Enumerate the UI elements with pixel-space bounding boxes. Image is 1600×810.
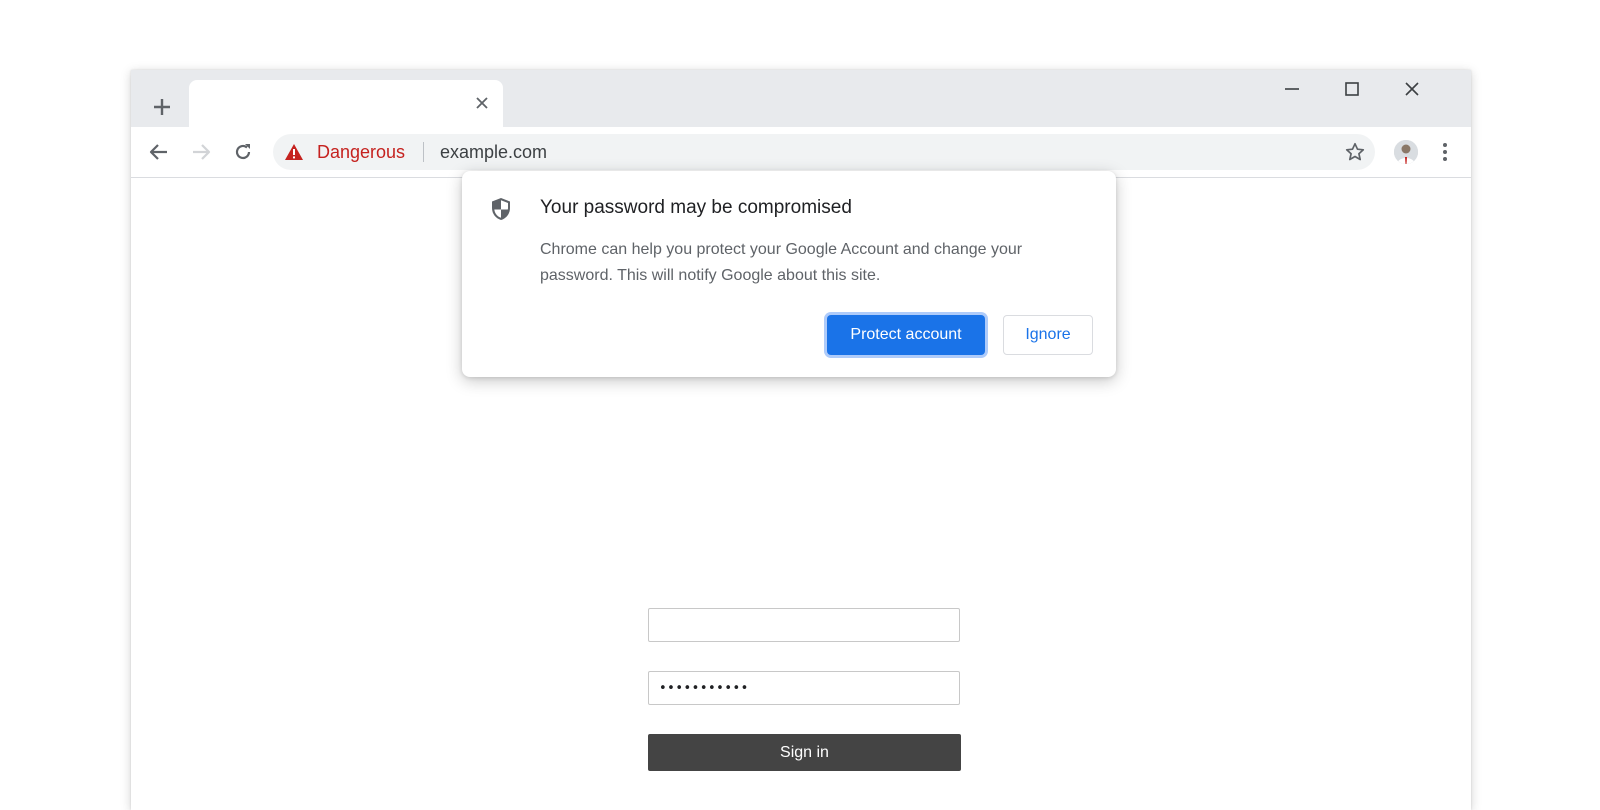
url-text[interactable]: example.com bbox=[440, 142, 547, 163]
security-status-label[interactable]: Dangerous bbox=[317, 142, 405, 163]
warning-triangle-icon bbox=[285, 144, 303, 160]
sign-in-button[interactable]: Sign in bbox=[648, 734, 961, 771]
close-window-button[interactable] bbox=[1392, 76, 1432, 102]
dialog-body: Chrome can help you protect your Google … bbox=[540, 241, 1023, 284]
reload-button[interactable] bbox=[226, 135, 260, 169]
password-compromised-dialog: Your password may be compromised Chrome … bbox=[462, 171, 1116, 377]
minimize-icon bbox=[1285, 88, 1299, 90]
maximize-icon bbox=[1345, 82, 1359, 96]
ignore-button[interactable]: Ignore bbox=[1003, 315, 1093, 355]
close-icon bbox=[1405, 82, 1419, 96]
omnibox-divider bbox=[423, 142, 424, 162]
bookmark-button[interactable] bbox=[1343, 140, 1367, 164]
dialog-title: Your password may be compromised bbox=[540, 197, 852, 218]
back-arrow-icon bbox=[149, 144, 167, 160]
kebab-menu-icon bbox=[1443, 143, 1447, 161]
minimize-button[interactable] bbox=[1272, 76, 1312, 102]
username-input[interactable] bbox=[648, 608, 960, 642]
omnibox[interactable]: Dangerous example.com bbox=[273, 134, 1375, 170]
profile-avatar-button[interactable] bbox=[1394, 140, 1418, 164]
reload-icon bbox=[235, 144, 251, 160]
close-icon bbox=[476, 97, 488, 109]
password-input[interactable] bbox=[648, 671, 960, 705]
new-tab-button[interactable] bbox=[145, 90, 179, 124]
protect-account-button[interactable]: Protect account bbox=[827, 315, 985, 355]
tab-close-button[interactable] bbox=[471, 92, 493, 114]
avatar-icon bbox=[1394, 140, 1418, 164]
tab-strip bbox=[131, 70, 1471, 127]
plus-icon bbox=[154, 99, 170, 115]
back-button[interactable] bbox=[142, 135, 176, 169]
maximize-button[interactable] bbox=[1332, 76, 1372, 102]
chrome-menu-button[interactable] bbox=[1431, 137, 1459, 167]
forward-button[interactable] bbox=[184, 135, 218, 169]
tab-active[interactable] bbox=[189, 80, 503, 127]
forward-arrow-icon bbox=[193, 144, 211, 160]
star-icon bbox=[1345, 142, 1365, 161]
shield-icon bbox=[492, 198, 510, 220]
